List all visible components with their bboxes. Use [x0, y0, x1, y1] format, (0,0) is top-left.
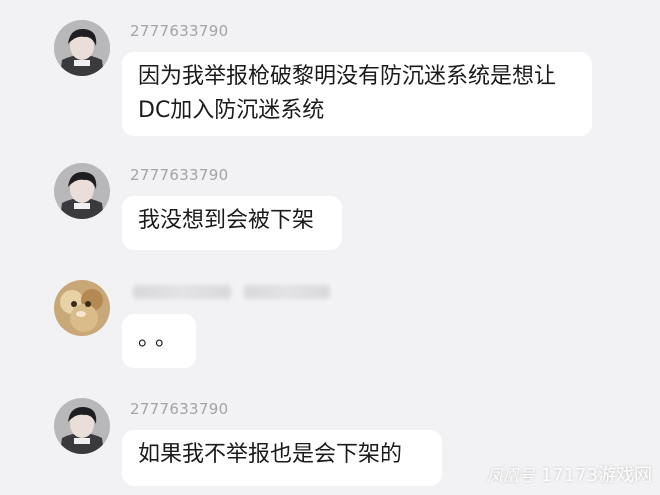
avatar-cat-icon — [54, 280, 110, 336]
user-avatar[interactable] — [54, 280, 110, 336]
sender-name: 2777633790 — [130, 400, 229, 418]
user-avatar[interactable] — [54, 163, 110, 219]
sender-name: 2777633790 — [130, 166, 229, 184]
message-bubble[interactable]: 如果我不举报也是会下架的 — [122, 430, 442, 486]
blurred-sender-name — [244, 285, 330, 299]
avatar-portrait-icon — [54, 20, 110, 76]
blurred-sender-name — [133, 285, 231, 299]
watermark-site: 17173游戏网 — [540, 465, 652, 486]
watermark: 凤凰号 17173游戏网 — [487, 461, 652, 487]
message-bubble[interactable]: 我没想到会被下架 — [122, 196, 342, 250]
avatar-portrait-icon — [54, 163, 110, 219]
message-bubble[interactable]: 。。 — [122, 314, 196, 368]
avatar-portrait-icon — [54, 398, 110, 454]
user-avatar[interactable] — [54, 20, 110, 76]
user-avatar[interactable] — [54, 398, 110, 454]
chat-screen: 2777633790 因为我举报枪破黎明没有防沉迷系统是想让DC加入防沉迷系统 … — [0, 0, 660, 495]
watermark-source: 凤凰号 — [486, 466, 535, 485]
sender-name: 2777633790 — [130, 22, 229, 40]
message-bubble[interactable]: 因为我举报枪破黎明没有防沉迷系统是想让DC加入防沉迷系统 — [122, 52, 592, 136]
